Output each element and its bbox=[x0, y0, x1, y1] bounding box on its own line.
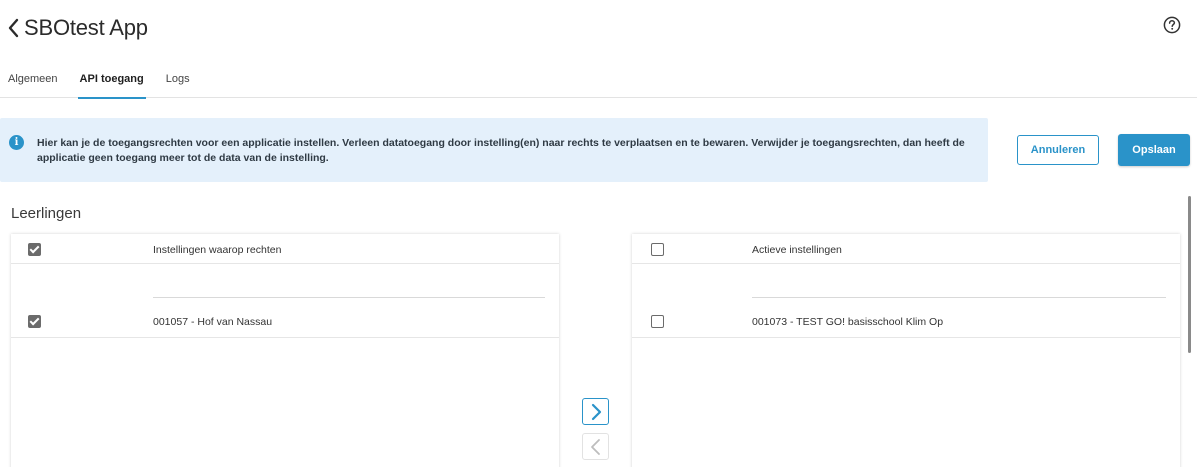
info-text: Hier kan je de toegangsrechten voor een … bbox=[37, 137, 965, 164]
page-title: SBOtest App bbox=[24, 15, 148, 40]
section-title: Leerlingen bbox=[11, 205, 82, 222]
info-icon: i bbox=[9, 135, 24, 150]
list-item-label: 001073 - TEST GO! basisschool Klim Op bbox=[752, 316, 944, 328]
target-filter-input[interactable] bbox=[752, 297, 1166, 298]
target-list-header: Actieve instellingen bbox=[632, 234, 1180, 264]
row-checkbox[interactable] bbox=[28, 315, 41, 328]
source-list-panel: Instellingen waarop rechten 001057 - Hof… bbox=[11, 234, 559, 467]
back-button[interactable]: SBOtest App bbox=[6, 15, 148, 41]
tab-logs[interactable]: Logs bbox=[166, 64, 190, 98]
info-banner: i Hier kan je de toegangsrechten voor ee… bbox=[0, 118, 988, 182]
list-item[interactable]: 001073 - TEST GO! basisschool Klim Op bbox=[632, 304, 1180, 338]
source-filter-input[interactable] bbox=[153, 297, 545, 298]
source-list-title: Instellingen waarop rechten bbox=[153, 244, 282, 256]
row-checkbox[interactable] bbox=[651, 315, 664, 328]
move-left-button[interactable] bbox=[582, 433, 609, 460]
tab-algemeen[interactable]: Algemeen bbox=[8, 64, 58, 98]
move-right-button[interactable] bbox=[582, 398, 609, 425]
chevron-right-icon bbox=[591, 403, 601, 420]
chevron-left-icon bbox=[590, 438, 600, 455]
page-scrollbar[interactable] bbox=[1188, 196, 1191, 353]
app-header: SBOtest App bbox=[0, 0, 1197, 60]
tab-api-toegang[interactable]: API toegang bbox=[77, 64, 146, 99]
chevron-left-icon bbox=[8, 18, 19, 38]
save-button[interactable]: Opslaan bbox=[1118, 134, 1190, 166]
select-all-target-checkbox[interactable] bbox=[651, 243, 664, 256]
source-list-header: Instellingen waarop rechten bbox=[11, 234, 559, 264]
cancel-button[interactable]: Annuleren bbox=[1017, 135, 1099, 165]
tab-bar: Algemeen API toegang Logs bbox=[0, 64, 1197, 99]
list-item[interactable]: 001057 - Hof van Nassau bbox=[11, 304, 559, 338]
target-list-panel: Actieve instellingen 001073 - TEST GO! b… bbox=[632, 234, 1180, 467]
help-circle-icon[interactable] bbox=[1163, 16, 1181, 34]
target-list-title: Actieve instellingen bbox=[752, 244, 842, 256]
list-item-label: 001057 - Hof van Nassau bbox=[153, 316, 273, 328]
select-all-source-checkbox[interactable] bbox=[28, 243, 41, 256]
